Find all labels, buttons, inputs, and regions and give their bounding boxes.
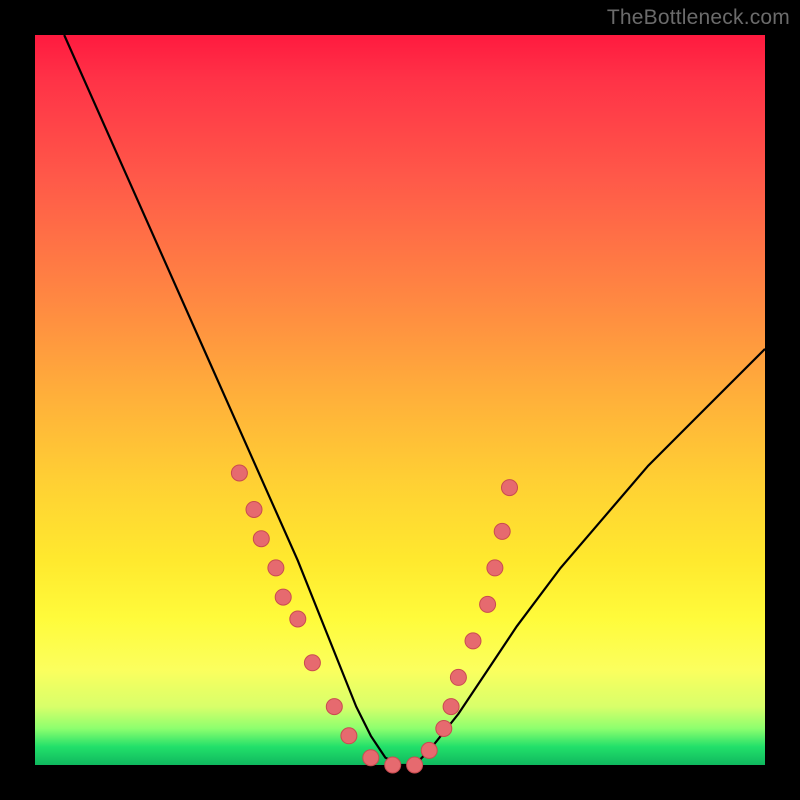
marker-dot — [253, 531, 269, 547]
marker-dot — [268, 560, 284, 576]
marker-dot — [326, 699, 342, 715]
marker-dot — [304, 655, 320, 671]
marker-dot — [421, 742, 437, 758]
marker-dot — [275, 589, 291, 605]
marker-dot — [487, 560, 503, 576]
watermark-text: TheBottleneck.com — [607, 6, 790, 30]
marker-dot — [385, 757, 401, 773]
marker-dot — [480, 596, 496, 612]
marker-dot — [502, 480, 518, 496]
marker-dot — [450, 669, 466, 685]
marker-dot — [436, 721, 452, 737]
chart-plot-area — [35, 35, 765, 765]
marker-dot — [494, 523, 510, 539]
chart-svg — [35, 35, 765, 765]
marker-dot — [407, 757, 423, 773]
chart-frame: TheBottleneck.com — [0, 0, 800, 800]
marker-dot — [246, 502, 262, 518]
marker-dot — [363, 750, 379, 766]
marker-dot — [290, 611, 306, 627]
marker-dot — [443, 699, 459, 715]
bottleneck-curve — [64, 35, 765, 765]
marker-dot — [341, 728, 357, 744]
marker-dot — [465, 633, 481, 649]
highlighted-points-group — [231, 465, 517, 773]
marker-dot — [231, 465, 247, 481]
